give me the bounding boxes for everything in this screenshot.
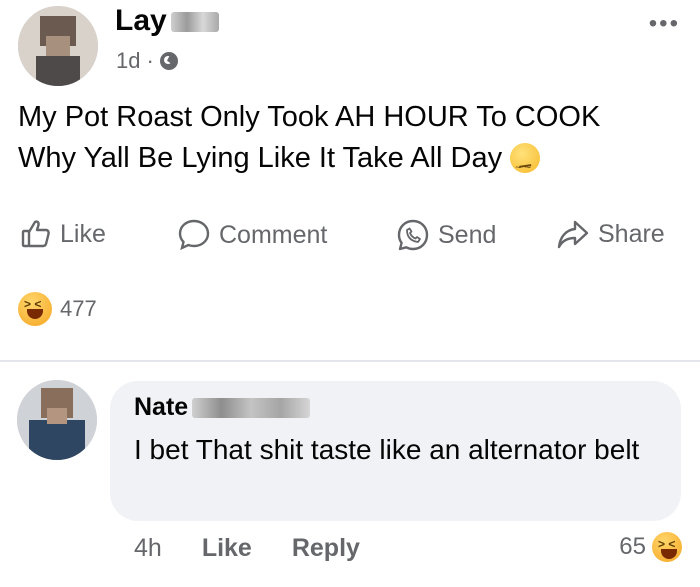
share-icon [557, 220, 589, 249]
post-text-line2: Why Yall Be Lying Like It Take All Day [18, 138, 678, 189]
smirk-emoji [510, 143, 541, 189]
like-icon [21, 220, 50, 248]
send-label: Send [438, 220, 497, 249]
share-label: Share [598, 219, 665, 248]
share-button[interactable]: Share [556, 218, 665, 250]
send-button[interactable]: Send [396, 218, 496, 252]
post-action-bar: Like Comment Send Share [0, 218, 700, 262]
comment-reply-button[interactable]: Reply [292, 534, 360, 563]
redacted-surname [192, 398, 311, 419]
like-label: Like [60, 219, 106, 248]
post-age[interactable]: 1d [116, 48, 140, 74]
post-text: My Pot Roast Only Took AH HOUR To COOK W… [18, 97, 678, 189]
comment-icon [178, 219, 210, 251]
comment-actions: 4h Like Reply [134, 534, 360, 563]
commenter-name[interactable]: Nate [134, 393, 311, 422]
post-reactions[interactable]: 477 [18, 292, 97, 326]
post-author-name[interactable]: Lay [115, 4, 219, 38]
send-icon [397, 219, 429, 251]
globe-icon [159, 52, 178, 70]
haha-reaction-icon [652, 532, 682, 562]
commenter-avatar[interactable] [17, 380, 97, 460]
comment-label: Comment [219, 220, 328, 249]
comment-button[interactable]: Comment [177, 218, 327, 252]
comment-reactions[interactable]: 65 [619, 532, 682, 562]
like-button[interactable]: Like [20, 218, 106, 250]
comment-like-button[interactable]: Like [202, 534, 252, 563]
redacted-surname [170, 12, 219, 33]
comments-divider [0, 360, 700, 362]
post-meta: 1d · [116, 48, 178, 74]
more-options-button[interactable]: ••• [649, 10, 680, 38]
meta-separator: · [146, 48, 154, 73]
post-text-line1: My Pot Roast Only Took AH HOUR To COOK [18, 101, 601, 133]
comment-text: I bet That shit taste like an alternator… [134, 434, 640, 465]
comment-reaction-count: 65 [619, 533, 646, 560]
post-author-avatar[interactable] [18, 6, 98, 86]
reaction-count: 477 [60, 296, 97, 321]
haha-reaction-icon [18, 292, 52, 326]
comment-time[interactable]: 4h [134, 534, 162, 563]
